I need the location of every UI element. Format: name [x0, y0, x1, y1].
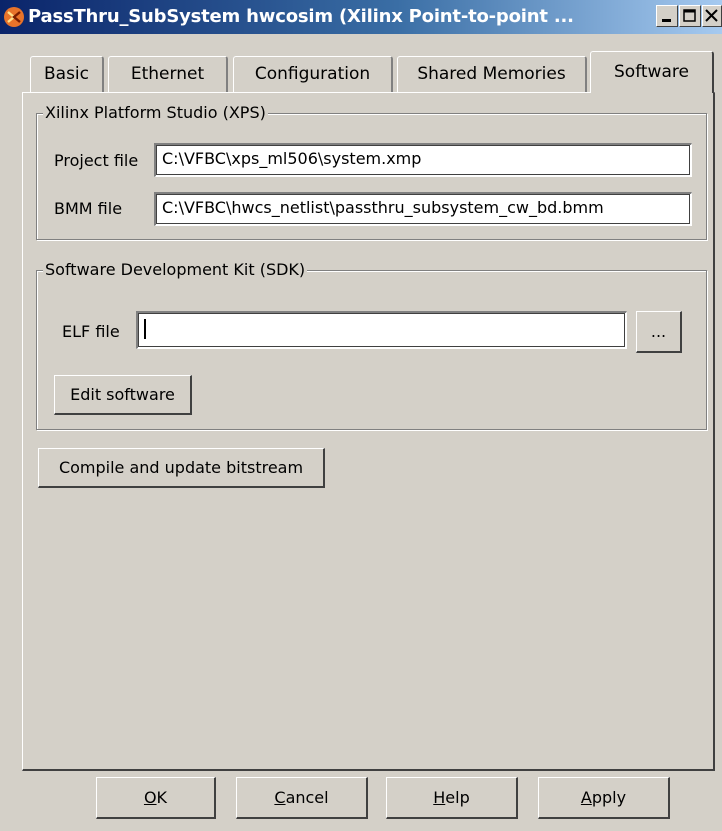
- elf-file-input[interactable]: [136, 311, 627, 349]
- ok-label-rest: K: [156, 788, 168, 807]
- tab-shared-memories[interactable]: Shared Memories: [397, 56, 587, 92]
- cancel-button[interactable]: Cancel: [236, 777, 368, 819]
- xps-group-legend: Xilinx Platform Studio (XPS): [43, 102, 268, 124]
- help-label-rest: elp: [445, 788, 470, 807]
- maximize-button[interactable]: [679, 5, 701, 27]
- ok-mnemonic: O: [143, 788, 157, 807]
- tab-basic[interactable]: Basic: [30, 56, 104, 92]
- window-title: PassThru_SubSystem hwcosim (Xilinx Point…: [28, 6, 574, 27]
- project-file-input[interactable]: C:\VFBC\xps_ml506\system.xmp: [154, 143, 692, 177]
- title-bar[interactable]: PassThru_SubSystem hwcosim (Xilinx Point…: [0, 0, 722, 34]
- browse-elf-button[interactable]: ...: [636, 311, 682, 353]
- text-caret: [144, 319, 146, 339]
- sdk-group-legend: Software Development Kit (SDK): [43, 259, 308, 281]
- help-button[interactable]: Help: [386, 777, 518, 819]
- edit-software-button[interactable]: Edit software: [54, 375, 192, 415]
- minimize-button[interactable]: [656, 5, 678, 27]
- bmm-file-label: BMM file: [54, 199, 123, 218]
- elf-file-label: ELF file: [62, 322, 120, 341]
- dialog-window: PassThru_SubSystem hwcosim (Xilinx Point…: [0, 0, 722, 831]
- cancel-mnemonic: C: [274, 788, 286, 807]
- compile-and-update-bitstream-button[interactable]: Compile and update bitstream: [38, 448, 325, 488]
- cancel-label-rest: ancel: [285, 788, 329, 807]
- apply-label-rest: pply: [591, 788, 627, 807]
- ok-button[interactable]: OK: [96, 777, 216, 819]
- xilinx-logo-icon: [4, 7, 24, 27]
- tab-software[interactable]: Software: [590, 51, 714, 93]
- minimize-icon: [662, 19, 671, 22]
- close-button[interactable]: [702, 5, 722, 27]
- close-icon: [705, 9, 718, 22]
- apply-mnemonic: A: [580, 788, 592, 807]
- maximize-icon: [683, 9, 696, 22]
- bmm-file-input[interactable]: C:\VFBC\hwcs_netlist\passthru_subsystem_…: [154, 192, 692, 226]
- help-mnemonic: H: [433, 788, 446, 807]
- tab-ethernet[interactable]: Ethernet: [108, 56, 228, 92]
- project-file-label: Project file: [54, 151, 139, 170]
- tab-configuration[interactable]: Configuration: [233, 56, 393, 92]
- apply-button[interactable]: Apply: [538, 777, 670, 819]
